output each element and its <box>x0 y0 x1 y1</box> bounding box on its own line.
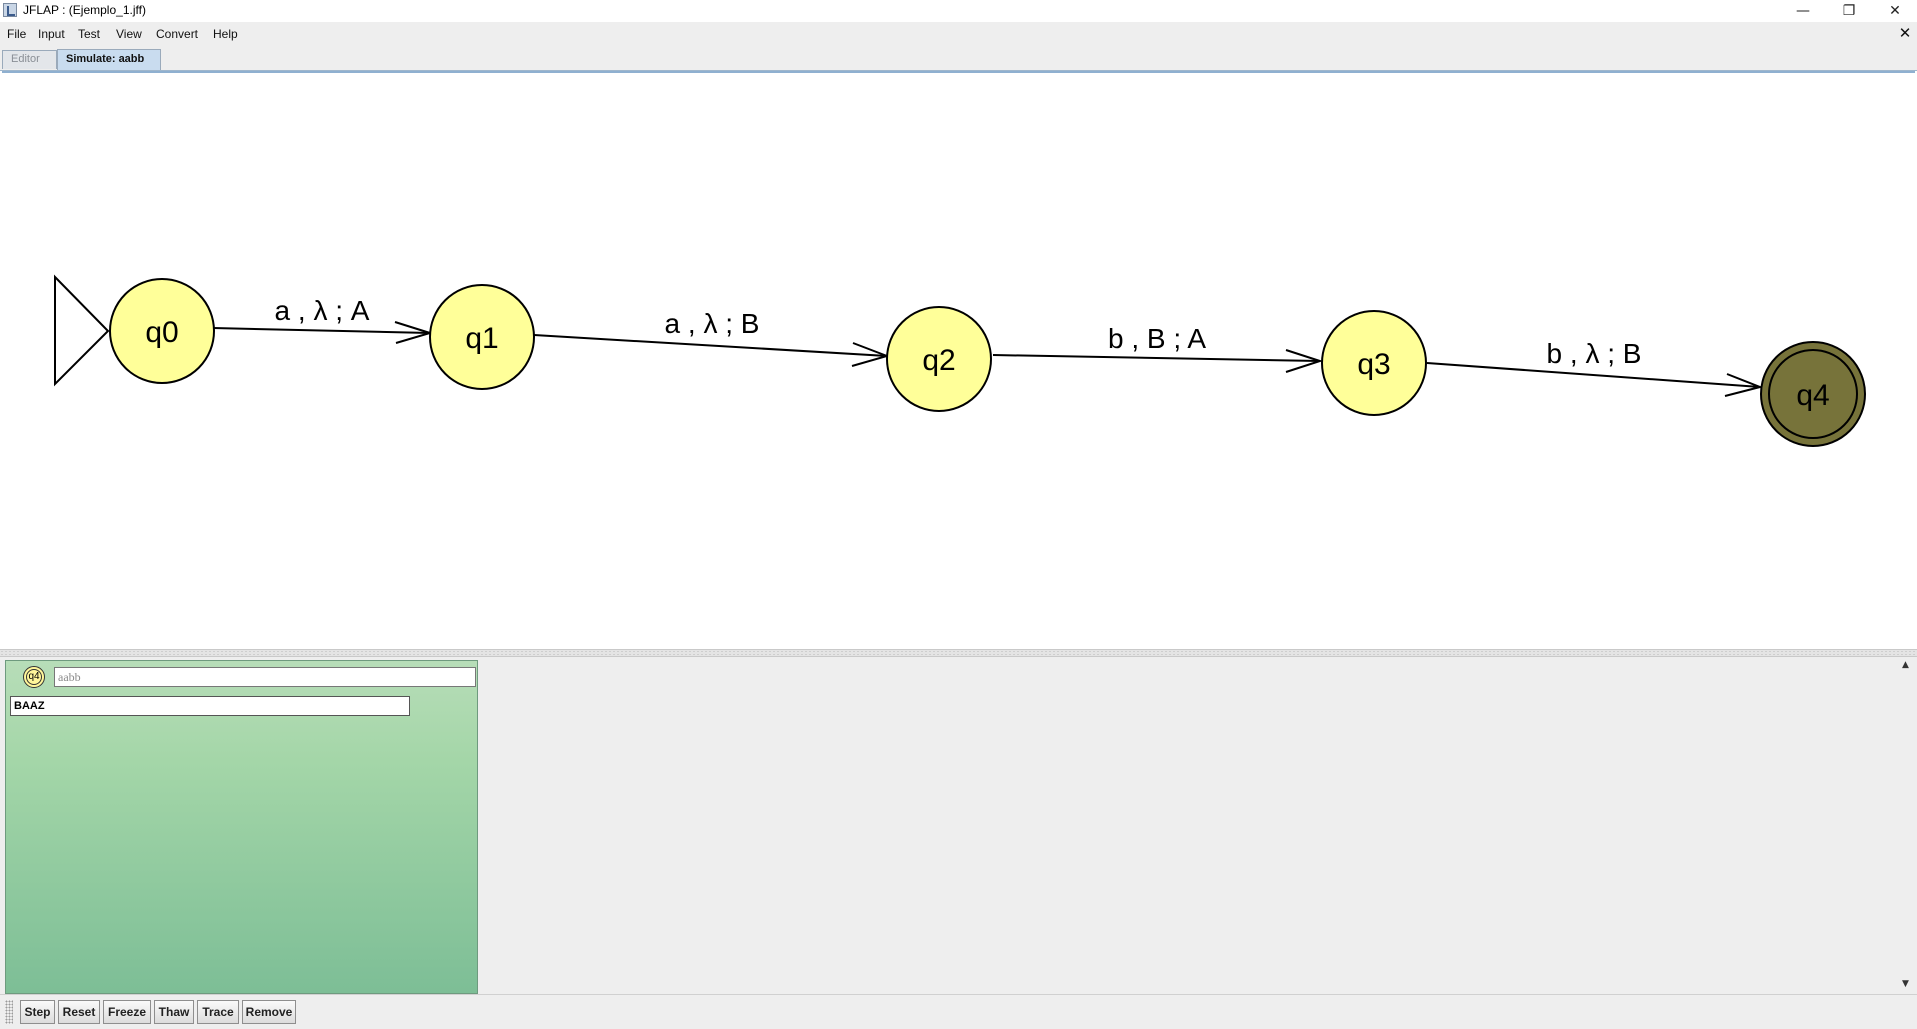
state-q2[interactable]: q2 <box>886 306 992 412</box>
window-title: JFLAP : (Ejemplo_1.jff) <box>23 3 146 17</box>
remaining-input-field: aabb <box>54 667 476 687</box>
transition-q0-q1[interactable]: a , λ ; A <box>212 295 434 344</box>
transition-q3-q4[interactable]: b , λ ; B <box>1426 338 1764 397</box>
toolbar-grip-icon[interactable] <box>5 1000 13 1024</box>
state-q4-final-current[interactable]: q4 <box>1760 341 1866 447</box>
trace-button[interactable]: Trace <box>197 1000 239 1024</box>
initial-state-marker <box>54 274 110 387</box>
transition-label: a , λ ; A <box>275 295 370 326</box>
state-q1[interactable]: q1 <box>429 284 535 390</box>
state-label: q1 <box>465 322 498 355</box>
maximize-button[interactable]: ❐ <box>1826 0 1872 22</box>
simulation-toolbar: Step Reset Freeze Thaw Trace Remove <box>0 994 1917 1029</box>
transition-label: b , λ ; B <box>1547 338 1642 369</box>
state-label: q3 <box>1357 348 1390 381</box>
state-label: q2 <box>922 344 955 377</box>
tab-strip: Editor Simulate: aabb <box>0 46 1917 71</box>
menu-input[interactable]: Input <box>38 27 65 41</box>
transition-label: b , B ; A <box>1108 323 1206 354</box>
menu-bar: File Input Test View Convert Help <box>0 22 1917 46</box>
minimize-button[interactable]: — <box>1780 0 1826 22</box>
close-tab-icon[interactable]: ✕ <box>1897 25 1913 41</box>
vertical-scrollbar[interactable]: ▲ ▼ <box>1897 657 1914 994</box>
transition-q2-q3[interactable]: b , B ; A <box>992 323 1324 373</box>
remove-button[interactable]: Remove <box>242 1000 296 1024</box>
automaton-canvas[interactable]: a , λ ; A a , λ ; B b , B ; A b , λ ; B … <box>2 71 1915 649</box>
menu-convert[interactable]: Convert <box>156 27 198 41</box>
freeze-button[interactable]: Freeze <box>103 1000 151 1024</box>
configuration-panel[interactable]: q4 aabb BAAZ <box>5 660 478 994</box>
scroll-up-arrow-icon[interactable]: ▲ <box>1900 660 1911 670</box>
transition-label: a , λ ; B <box>665 308 760 339</box>
tab-simulate[interactable]: Simulate: aabb <box>57 49 161 70</box>
thaw-button[interactable]: Thaw <box>154 1000 194 1024</box>
title-bar: JFLAP : (Ejemplo_1.jff) — ❐ ✕ <box>0 0 1917 22</box>
menu-file[interactable]: File <box>7 27 26 41</box>
state-q0[interactable]: q0 <box>109 278 215 384</box>
state-label: q4 <box>1796 379 1829 412</box>
split-pane-divider[interactable] <box>0 649 1917 657</box>
menu-test[interactable]: Test <box>78 27 100 41</box>
menu-view[interactable]: View <box>116 27 142 41</box>
automaton-diagram: a , λ ; A a , λ ; B b , B ; A b , λ ; B … <box>54 274 1866 447</box>
scroll-down-arrow-icon[interactable]: ▼ <box>1900 979 1911 989</box>
stack-contents-field: BAAZ <box>10 696 410 716</box>
close-window-button[interactable]: ✕ <box>1872 0 1917 22</box>
state-label: q0 <box>145 316 178 349</box>
reset-button[interactable]: Reset <box>58 1000 100 1024</box>
java-app-icon <box>3 3 17 17</box>
step-button[interactable]: Step <box>20 1000 55 1024</box>
tab-editor[interactable]: Editor <box>2 50 57 69</box>
menu-help[interactable]: Help <box>213 27 238 41</box>
current-state-icon: q4 <box>23 666 45 688</box>
state-q3[interactable]: q3 <box>1321 310 1427 416</box>
transition-q1-q2[interactable]: a , λ ; B <box>533 308 891 367</box>
